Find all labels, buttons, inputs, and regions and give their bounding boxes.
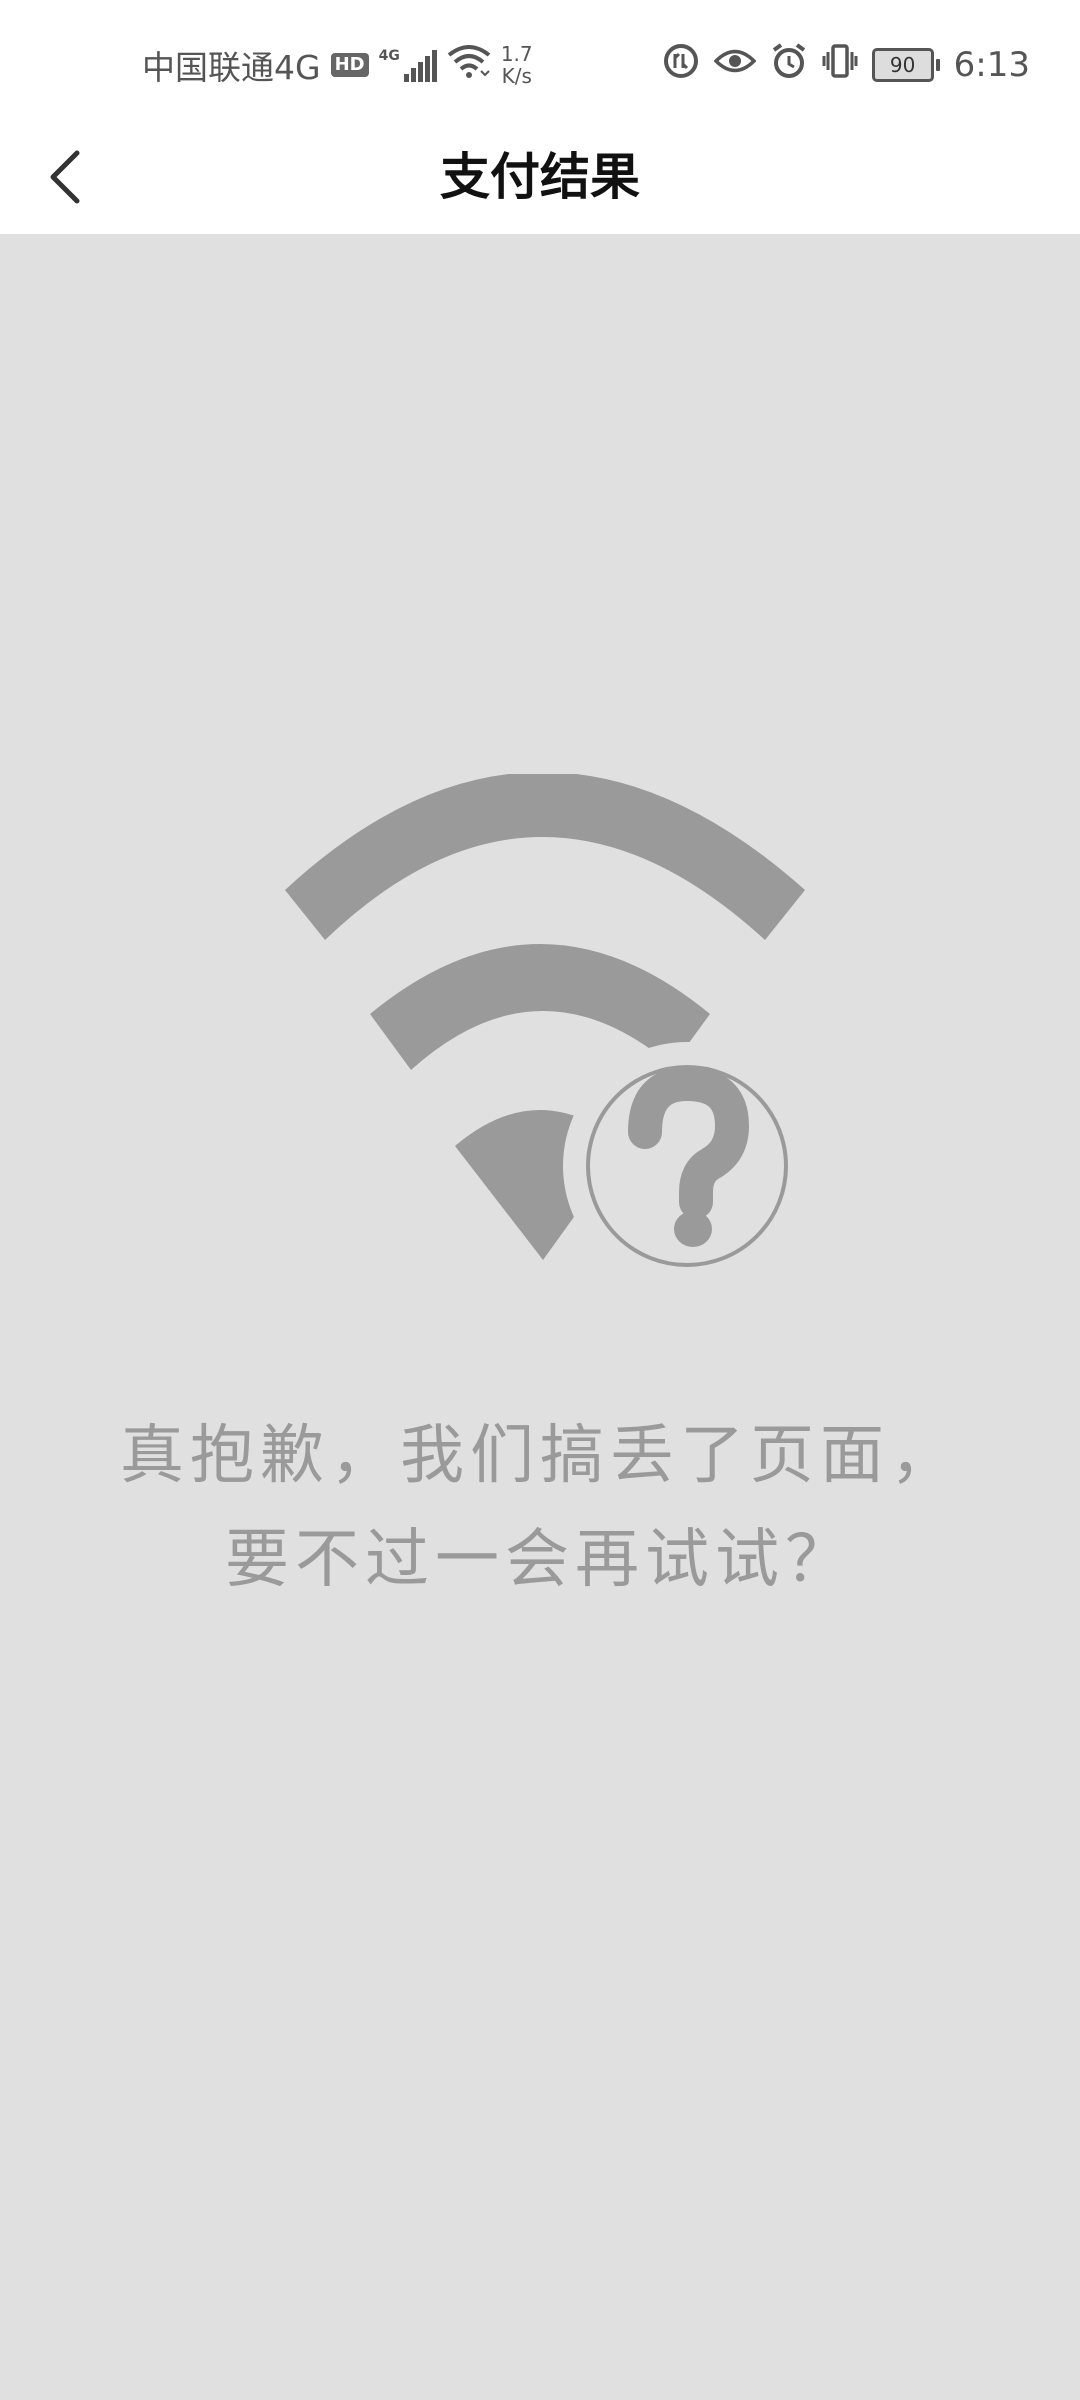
error-message-line1: 真抱歉，我们搞丢了页面，	[120, 1419, 960, 1493]
speed-value: 1.7	[500, 42, 533, 66]
speed-unit: K/s	[501, 64, 532, 88]
carrier-label: 中国联通4G	[142, 48, 321, 87]
error-message-line2: 要不过一会再试试？	[225, 1523, 855, 1597]
signal-icon: 4G	[379, 48, 437, 82]
eye-comfort-icon	[713, 45, 757, 85]
battery-level: 90	[889, 53, 916, 77]
wifi-question-icon	[270, 772, 810, 1514]
page-title: 支付结果	[440, 148, 640, 206]
back-button[interactable]	[30, 142, 100, 212]
data-saver-icon	[662, 42, 700, 89]
error-content: 真抱歉，我们搞丢了页面， 要不过一会再试试？	[0, 234, 1080, 2400]
alarm-icon	[770, 42, 808, 89]
network-speed: 1.7 K/s	[501, 43, 533, 87]
clock-time: 6:13	[953, 45, 1030, 85]
status-bar: 中国联通4G HD 4G 1.7 K/s 90 6:13	[0, 0, 1080, 120]
error-message: 真抱歉，我们搞丢了页面， 要不过一会再试试？	[0, 1404, 1080, 1612]
battery-icon: 90	[871, 48, 940, 82]
status-left: 中国联通4G HD 4G 1.7 K/s	[142, 40, 533, 90]
vibrate-icon	[822, 42, 858, 89]
hd-icon: HD	[330, 53, 369, 77]
back-chevron-icon	[50, 150, 80, 204]
title-bar: 支付结果	[0, 120, 1080, 234]
network-type-label: 4G	[378, 48, 400, 64]
status-right: 90 6:13	[662, 40, 1030, 90]
wifi-icon	[447, 43, 491, 87]
